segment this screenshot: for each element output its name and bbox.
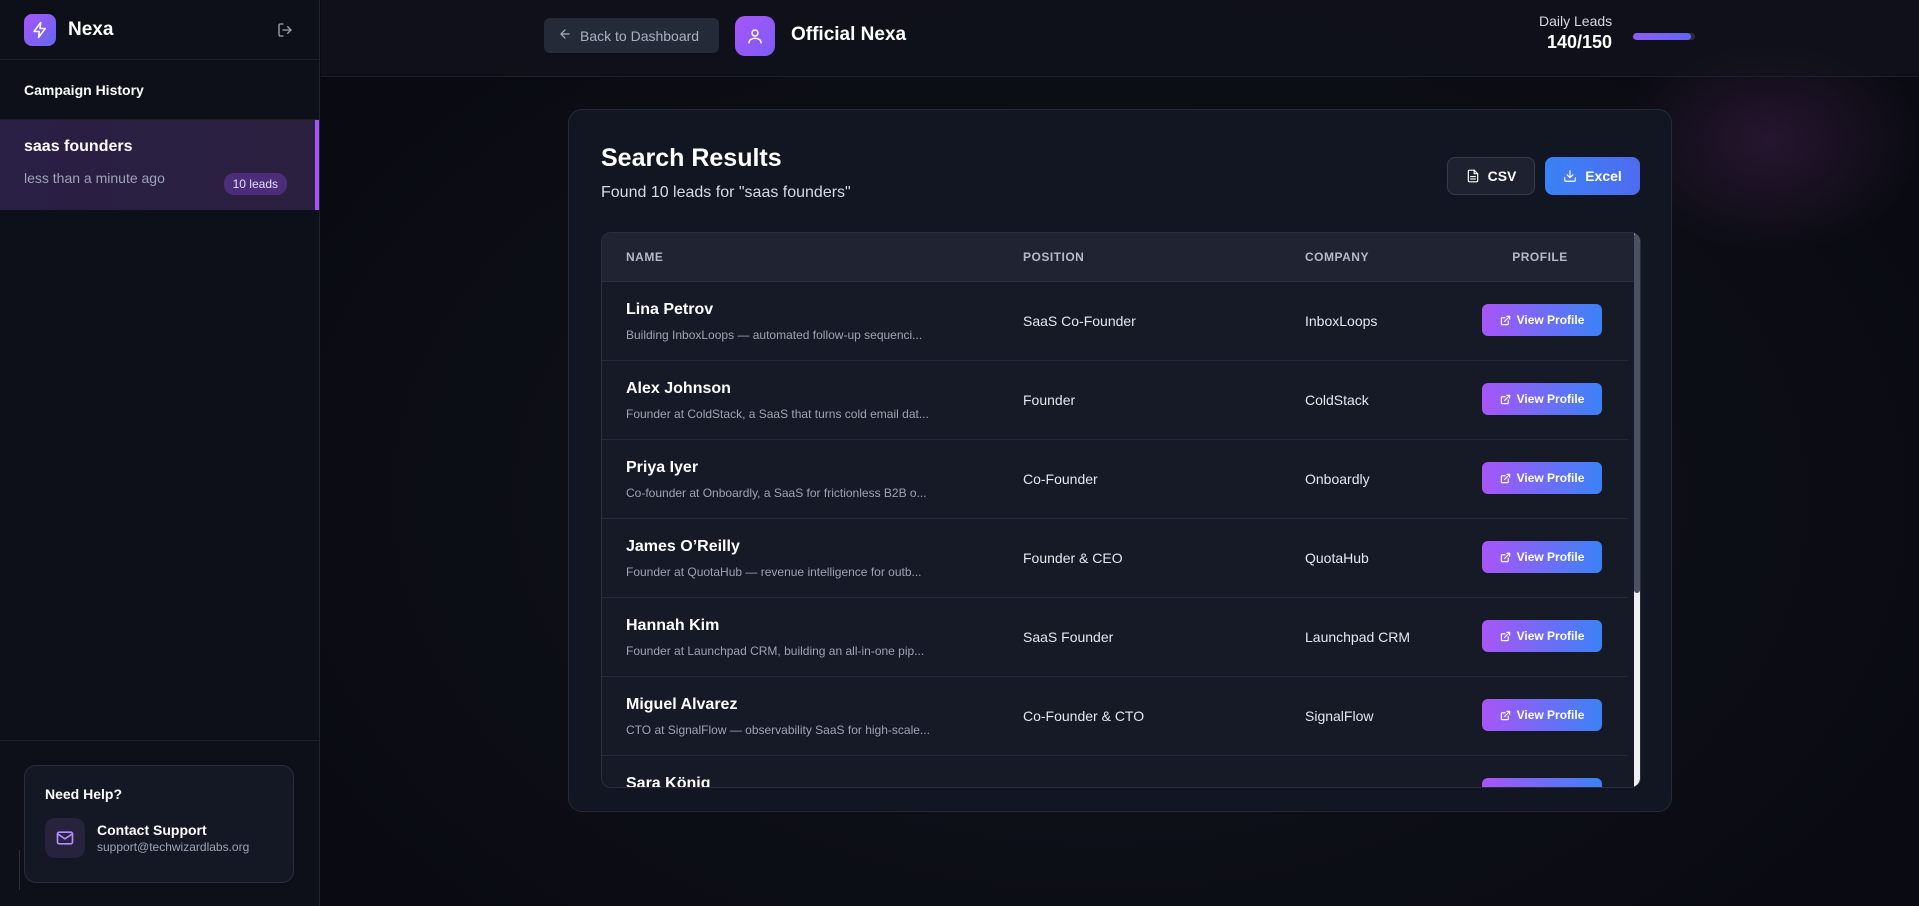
column-header-position: POSITION — [1023, 250, 1085, 264]
leads-table: NAME POSITION COMPANY PROFILE Lina Petro… — [601, 232, 1641, 788]
external-link-icon — [1500, 473, 1511, 484]
sidebar: Nexa Campaign History saas founders less… — [0, 0, 320, 906]
daily-leads-progress-fill — [1633, 33, 1691, 40]
external-link-icon — [1500, 710, 1511, 721]
table-row: Priya Iyer Co-founder at Onboardly, a Saa… — [602, 440, 1628, 519]
view-profile-label: View Profile — [1517, 787, 1585, 788]
view-profile-label: View Profile — [1516, 708, 1585, 722]
download-icon — [1563, 169, 1577, 183]
lead-company: SignalFlow — [1305, 708, 1374, 724]
lead-description: Founder at Launchpad CRM, building an al… — [626, 644, 925, 658]
column-header-profile: PROFILE — [1512, 250, 1568, 264]
daily-leads-progress — [1633, 33, 1695, 40]
lead-description: CTO at SignalFlow — observability SaaS f… — [626, 723, 930, 737]
view-profile-label: View Profile — [1516, 629, 1585, 643]
lead-name: Priya Iyer — [626, 459, 699, 476]
help-card: Need Help? Contact Support support@techw… — [24, 765, 294, 883]
daily-leads-value: 140/150 — [1547, 32, 1613, 52]
view-profile-button[interactable]: View Profile — [1482, 383, 1602, 415]
lead-position: SaaS Founder — [1023, 629, 1114, 645]
lead-name: Hannah Kim — [626, 617, 720, 634]
help-title: Need Help? — [45, 786, 123, 802]
lead-position: Founder — [1023, 392, 1076, 408]
support-email: support@techwizardlabs.org — [97, 840, 250, 854]
table-row: Lina Petrov Building InboxLoops — automat… — [602, 282, 1628, 361]
results-title: Search Results — [601, 144, 782, 172]
lead-description: Co-founder at Onboardly, a SaaS for fric… — [626, 486, 927, 500]
external-link-icon — [1500, 552, 1511, 563]
export-csv-button[interactable]: CSV — [1447, 157, 1535, 195]
lead-name: Lina Petrov — [626, 301, 714, 318]
brand-row: Nexa — [0, 0, 319, 60]
leads-count-badge: 10 leads — [223, 173, 287, 195]
scrollbar-thumb[interactable] — [1634, 233, 1640, 593]
lead-company: Launchpad CRM — [1305, 629, 1411, 645]
lead-description: Building InboxLoops — automated follow-u… — [626, 328, 923, 342]
lead-name: Alex Johnson — [626, 380, 731, 397]
export-excel-button[interactable]: Excel — [1545, 157, 1640, 195]
lead-name: Miguel Alvarez — [626, 696, 738, 713]
view-profile-button[interactable]: View Profile — [1482, 541, 1602, 573]
lead-position: Co-Founder — [1023, 471, 1098, 487]
lead-name: Sara König — [626, 775, 711, 788]
logout-icon[interactable] — [275, 20, 295, 40]
contact-support-link[interactable]: Contact Support support@techwizardlabs.o… — [45, 818, 273, 858]
account-name: Official Nexa — [791, 24, 907, 45]
file-icon — [1466, 169, 1480, 183]
lead-position: Founder & CEO — [1023, 550, 1123, 566]
csv-label: CSV — [1487, 168, 1517, 184]
table-header: NAME POSITION COMPANY PROFILE — [602, 233, 1640, 282]
lead-company: Onboardly — [1305, 471, 1370, 487]
lead-name: James O’Reilly — [626, 538, 740, 555]
external-link-icon — [1500, 631, 1511, 642]
view-profile-label: View Profile — [1516, 392, 1585, 406]
view-profile-label: View Profile — [1516, 550, 1585, 564]
column-header-company: COMPANY — [1305, 250, 1369, 264]
lead-description: Founder at QuotaHub — revenue intelligen… — [626, 565, 922, 579]
campaign-name: saas founders — [24, 138, 133, 155]
results-subtitle: Found 10 leads for "saas founders" — [601, 184, 851, 201]
lead-position: Co-Founder & CTO — [1023, 708, 1145, 724]
daily-leads-label: Daily Leads — [1539, 13, 1613, 29]
lead-company: QuotaHub — [1305, 550, 1369, 566]
table-body[interactable]: Lina Petrov Building InboxLoops — automat… — [602, 282, 1628, 787]
sidebar-footer: Need Help? Contact Support support@techw… — [0, 740, 319, 906]
table-row: Miguel Alvarez CTO at SignalFlow — observ… — [602, 677, 1628, 756]
mail-icon — [45, 818, 85, 858]
arrow-left-icon — [558, 27, 572, 44]
lead-company: ColdStack — [1305, 392, 1369, 408]
campaign-history-title: Campaign History — [0, 60, 319, 120]
table-row: Alex Johnson Founder at ColdStack, a SaaS… — [602, 361, 1628, 440]
lead-company: InboxLoops — [1305, 313, 1378, 329]
search-results-card: Search Results Found 10 leads for "saas … — [568, 109, 1672, 812]
table-row: Sara König View Profile — [602, 756, 1628, 788]
contact-support-label: Contact Support — [97, 822, 207, 838]
external-link-icon — [1500, 394, 1511, 405]
view-profile-label: View Profile — [1516, 313, 1585, 327]
column-header-name: NAME — [626, 250, 664, 264]
view-profile-button[interactable]: View Profile — [1482, 304, 1602, 336]
brand-name: Nexa — [68, 18, 114, 40]
table-row: Hannah Kim Founder at Launchpad CRM, buil… — [602, 598, 1628, 677]
user-avatar-icon — [735, 16, 775, 56]
view-profile-button[interactable]: View Profile — [1482, 620, 1602, 652]
divider — [19, 850, 20, 890]
top-bar: Back to Dashboard Official Nexa Daily Le… — [321, 0, 1919, 77]
back-to-dashboard-button[interactable]: Back to Dashboard — [544, 18, 719, 53]
excel-label: Excel — [1585, 168, 1622, 184]
back-button-label: Back to Dashboard — [580, 27, 700, 44]
external-link-icon — [1500, 315, 1511, 326]
campaign-item[interactable]: saas founders less than a minute ago 10 … — [0, 120, 319, 210]
lead-position: SaaS Co-Founder — [1023, 313, 1136, 329]
view-profile-button[interactable]: View Profile — [1482, 462, 1602, 494]
view-profile-button[interactable]: View Profile — [1482, 778, 1602, 788]
view-profile-label: View Profile — [1516, 471, 1585, 485]
view-profile-button[interactable]: View Profile — [1482, 699, 1602, 731]
lightning-logo-icon — [24, 13, 56, 46]
daily-leads: Daily Leads 140/150 — [1539, 13, 1612, 53]
table-row: James O’Reilly Founder at QuotaHub — reve… — [602, 519, 1628, 598]
table-scrollbar[interactable] — [1634, 233, 1640, 787]
lead-description: Founder at ColdStack, a SaaS that turns … — [626, 407, 929, 421]
